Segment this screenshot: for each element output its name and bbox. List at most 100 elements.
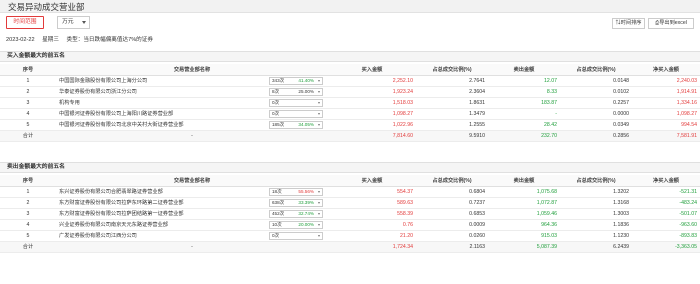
buy-table: 序号 交易营业部名称 买入金额 占总成交比例(%) 卖出金额 占总成交比例(%)… bbox=[0, 64, 700, 142]
count-dropdown[interactable]: 0次 ▾ bbox=[269, 109, 323, 118]
title-bar: 交易异动成交营业部 bbox=[0, 0, 700, 13]
broker-name[interactable]: 机构专用 bbox=[59, 99, 269, 106]
row-index: 3 bbox=[0, 97, 56, 109]
net-amount: 994.54 bbox=[632, 119, 700, 131]
win-rate: 20.00% bbox=[298, 221, 314, 227]
count-value: 452次 bbox=[272, 210, 285, 216]
count-dropdown[interactable]: 638次 33.39% ▾ bbox=[269, 198, 323, 207]
sell-amount: - bbox=[488, 108, 560, 120]
count-dropdown[interactable]: 8次 25.00% ▾ bbox=[269, 87, 323, 96]
sell-section-title: 卖出金额最大的前五名 bbox=[0, 162, 700, 173]
net-amount: -501.07 bbox=[632, 208, 700, 220]
net-amount: 1,334.16 bbox=[632, 97, 700, 109]
table-row: 1 东兴证券股份有限公司合肥翡翠路证券营业部 18次 55.56% ▾ 554.37 0.6… bbox=[0, 186, 700, 198]
broker-name[interactable]: 兴业证券股份有限公司南京天元东路证券营业部 bbox=[59, 221, 269, 228]
meta-line: 2023-02-22 星期三 类型：当日跌幅偏离值达7%的证券 bbox=[6, 35, 159, 43]
row-index: 4 bbox=[0, 108, 56, 120]
count-dropdown[interactable]: 452次 32.74% ▾ bbox=[269, 209, 323, 218]
sell-amount: 1,059.46 bbox=[488, 208, 560, 220]
chevron-down-icon: ▾ bbox=[317, 99, 320, 105]
chevron-down-icon: ▾ bbox=[317, 199, 320, 205]
count-value: 343次 bbox=[272, 77, 285, 83]
broker-cell: 东兴证券股份有限公司合肥翡翠路证券营业部 18次 55.56% ▾ bbox=[56, 186, 328, 198]
win-rate: 33.39% bbox=[298, 199, 314, 205]
count-dropdown[interactable]: 185次 34.05% ▾ bbox=[269, 120, 323, 129]
win-rate: 41.40% bbox=[298, 77, 314, 83]
broker-cell: 东方财富证券股份有限公司拉萨东环路第二证券营业部 638次 33.39% ▾ bbox=[56, 197, 328, 209]
count-dropdown[interactable]: 343次 41.40% ▾ bbox=[269, 76, 323, 85]
total-row: 合计 -7,814.60 9.5910 232.70 0.2856 7,581.91 bbox=[0, 130, 700, 142]
sell-ratio: 1.3168 bbox=[560, 197, 632, 209]
table-row: 3 东方财富证券股份有限公司拉萨团结路第一证券营业部 452次 32.74% ▾ 558.… bbox=[0, 208, 700, 220]
buy-amount: 2,252.10 bbox=[328, 75, 416, 87]
net-amount: -483.24 bbox=[632, 197, 700, 209]
sell-amount: 12.07 bbox=[488, 75, 560, 87]
table-row: 2 东方财富证券股份有限公司拉萨东环路第二证券营业部 638次 33.39% ▾ 589.… bbox=[0, 197, 700, 209]
total-buy: 7,814.60 bbox=[328, 130, 416, 142]
sort-time-button[interactable]: ⇅时间排序 bbox=[612, 18, 645, 29]
count-dropdown[interactable]: 0次 ▾ bbox=[269, 231, 323, 240]
unit-select[interactable]: 万元 bbox=[57, 16, 90, 29]
total-buy-ratio: 2.1163 bbox=[416, 241, 488, 253]
buy-amount: 558.39 bbox=[328, 208, 416, 220]
sell-amount: 8.33 bbox=[488, 86, 560, 98]
col-broker: 交易营业部名称 bbox=[56, 64, 328, 76]
col-sell-ratio: 占总成交比例(%) bbox=[560, 175, 632, 187]
sell-amount: 915.03 bbox=[488, 230, 560, 242]
buy-amount: 1,022.96 bbox=[328, 119, 416, 131]
export-excel-button[interactable]: ⎙导出到excel bbox=[648, 18, 694, 29]
sell-ratio: 1.1836 bbox=[560, 219, 632, 231]
broker-name[interactable]: 东兴证券股份有限公司合肥翡翠路证券营业部 bbox=[59, 188, 269, 195]
chevron-down-icon: ▾ bbox=[317, 121, 320, 127]
buy-amount: 1,098.27 bbox=[328, 108, 416, 120]
broker-name[interactable]: 中国银河证券股份有限公司上海阳川路证券营业部 bbox=[59, 110, 269, 117]
chevron-down-icon: ▾ bbox=[317, 110, 320, 116]
total-sell: 232.70 bbox=[488, 130, 560, 142]
buy-section-title: 买入金额最大的前五名 bbox=[0, 51, 700, 62]
chevron-down-icon: ▾ bbox=[317, 232, 320, 238]
total-sell-ratio: 0.2856 bbox=[560, 130, 632, 142]
count-value: 8次 bbox=[272, 88, 280, 94]
net-amount: 2,240.03 bbox=[632, 75, 700, 87]
broker-cell: 兴业证券股份有限公司南京天元东路证券营业部 10次 20.00% ▾ bbox=[56, 219, 328, 231]
broker-name[interactable]: 东方财富证券股份有限公司拉萨东环路第二证券营业部 bbox=[59, 199, 269, 206]
sort-time-label: 时间排序 bbox=[620, 20, 642, 26]
table-row: 4 兴业证券股份有限公司南京天元东路证券营业部 10次 20.00% ▾ 0.76 0.00… bbox=[0, 219, 700, 231]
buy-table-header: 序号 交易营业部名称 买入金额 占总成交比例(%) 卖出金额 占总成交比例(%)… bbox=[0, 64, 700, 76]
time-range-button[interactable]: 时间范围 bbox=[6, 16, 44, 29]
col-sell: 卖出金额 bbox=[488, 175, 560, 187]
count-dropdown[interactable]: 0次 ▾ bbox=[269, 98, 323, 107]
net-amount: -893.83 bbox=[632, 230, 700, 242]
broker-cell: 广发证券股份有限公司江西分公司 0次 ▾ bbox=[56, 230, 328, 242]
sell-table-header: 序号 交易营业部名称 买入金额 占总成交比例(%) 卖出金额 占总成交比例(%)… bbox=[0, 175, 700, 187]
row-index: 4 bbox=[0, 219, 56, 231]
col-net: 净买入金额 bbox=[632, 175, 700, 187]
broker-cell: 中国银河证券股份有限公司北京中关村大街证券营业部 185次 34.05% ▾ bbox=[56, 119, 328, 131]
total-label: 合计 bbox=[0, 130, 56, 142]
broker-name[interactable]: 广发证券股份有限公司江西分公司 bbox=[59, 232, 269, 239]
chevron-down-icon: ▾ bbox=[317, 221, 320, 227]
buy-ratio: 0.0260 bbox=[416, 230, 488, 242]
broker-name[interactable]: 中国银河证券股份有限公司北京中关村大街证券营业部 bbox=[59, 121, 269, 128]
table-row: 1 中国国际金融股份有限公司上海分公司 343次 41.40% ▾ 2,252.10 2.7… bbox=[0, 75, 700, 87]
total-buy: 1,724.34 bbox=[328, 241, 416, 253]
sell-amount: 1,072.87 bbox=[488, 197, 560, 209]
count-dropdown[interactable]: 18次 55.56% ▾ bbox=[269, 187, 323, 196]
buy-ratio: 1.3479 bbox=[416, 108, 488, 120]
broker-name[interactable]: 华泰证券股份有限公司浙江分公司 bbox=[59, 88, 269, 95]
total-broker: - bbox=[56, 130, 328, 142]
col-sell: 卖出金额 bbox=[488, 64, 560, 76]
trade-date: 2023-02-22 bbox=[6, 37, 35, 43]
buy-ratio: 0.7237 bbox=[416, 197, 488, 209]
broker-name[interactable]: 东方财富证券股份有限公司拉萨团结路第一证券营业部 bbox=[59, 210, 269, 217]
buy-ratio: 2.7641 bbox=[416, 75, 488, 87]
broker-name[interactable]: 中国国际金融股份有限公司上海分公司 bbox=[59, 77, 269, 84]
win-rate: 55.56% bbox=[298, 188, 314, 194]
table-row: 5 中国银河证券股份有限公司北京中关村大街证券营业部 185次 34.05% ▾ 1,02… bbox=[0, 119, 700, 131]
buy-amount: 554.37 bbox=[328, 186, 416, 198]
count-dropdown[interactable]: 10次 20.00% ▾ bbox=[269, 220, 323, 229]
col-buy: 买入金额 bbox=[328, 64, 416, 76]
count-value: 0次 bbox=[272, 232, 280, 238]
buy-amount: 21.20 bbox=[328, 230, 416, 242]
net-amount: 1,098.27 bbox=[632, 108, 700, 120]
